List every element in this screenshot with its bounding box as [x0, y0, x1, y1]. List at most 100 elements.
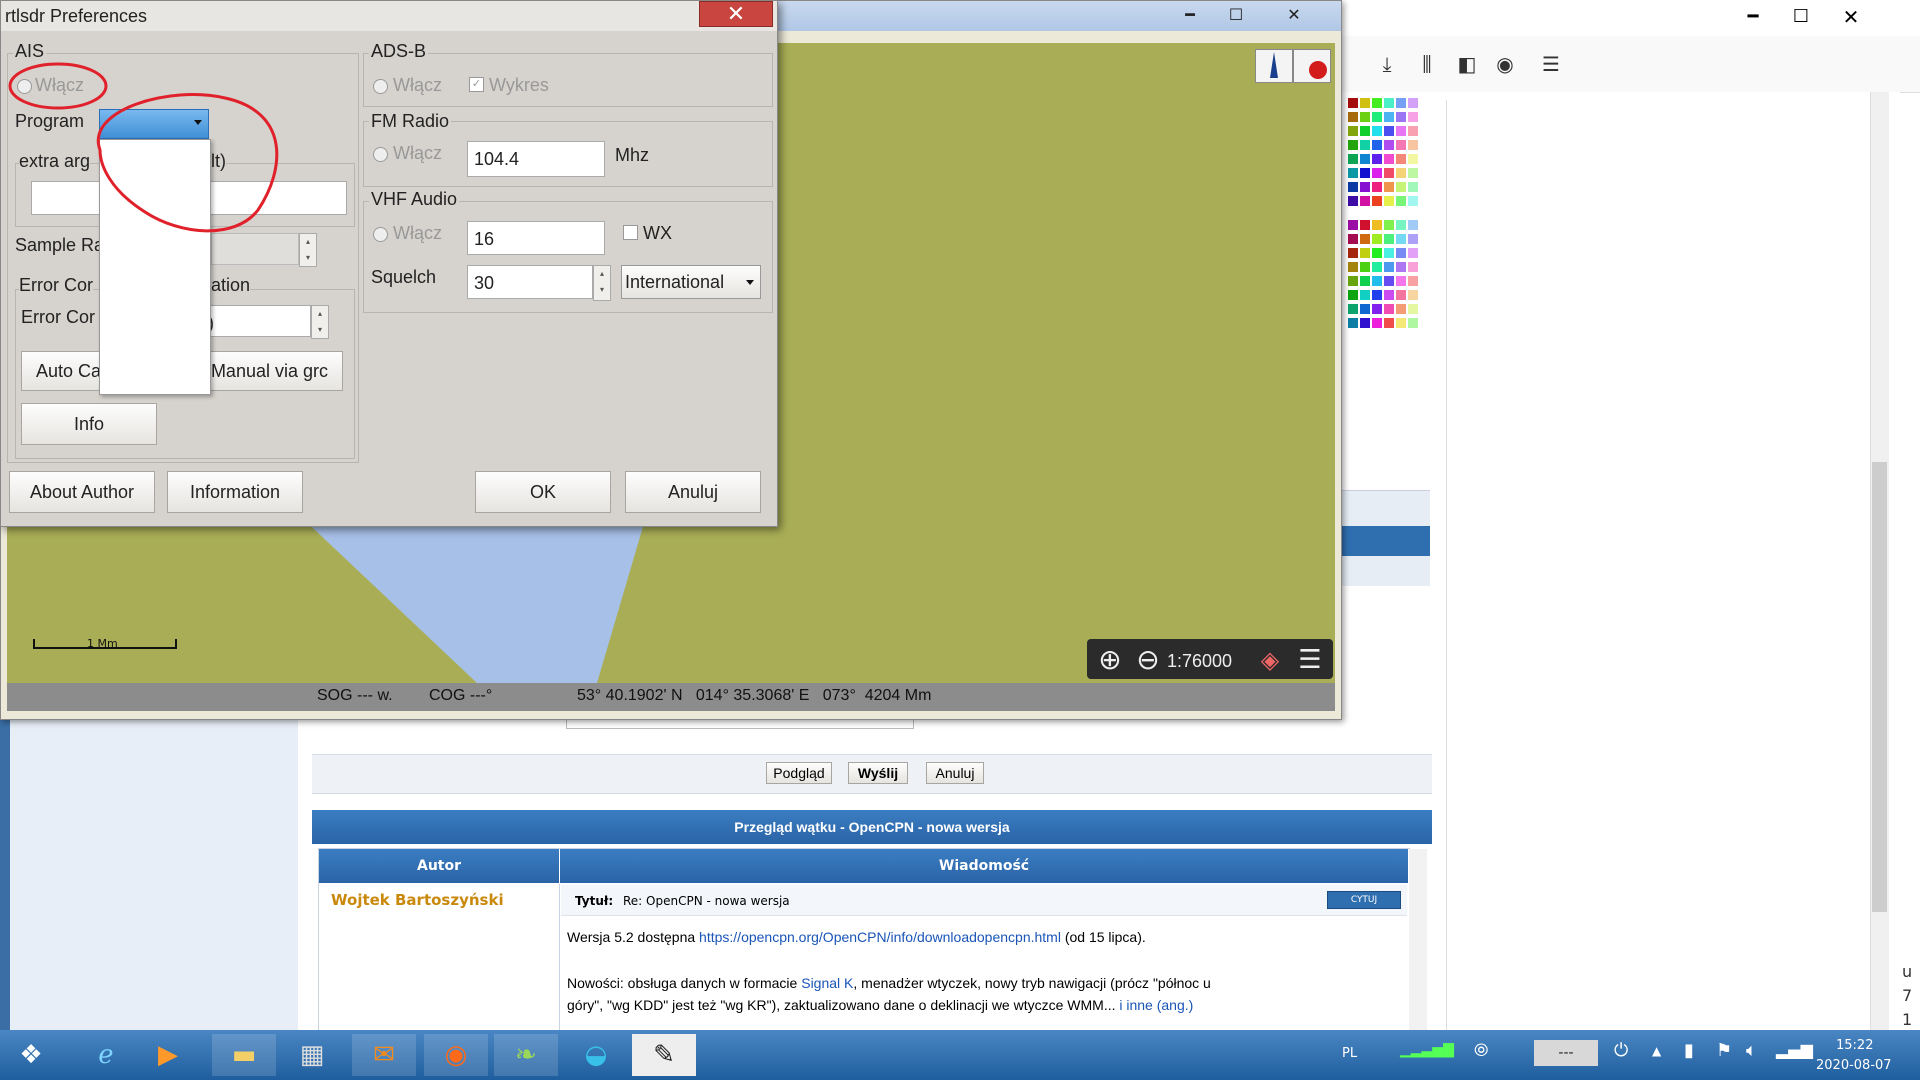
palette-swatch[interactable] [1408, 220, 1418, 230]
palette-swatch[interactable] [1396, 220, 1406, 230]
palette-swatch[interactable] [1372, 234, 1382, 244]
palette-swatch[interactable] [1348, 98, 1358, 108]
palette-swatch[interactable] [1396, 248, 1406, 258]
palette-swatch[interactable] [1396, 234, 1406, 244]
battery-icon[interactable]: ▮ [1684, 1040, 1694, 1061]
palette-swatch[interactable] [1408, 318, 1418, 328]
palette-swatch[interactable] [1372, 168, 1382, 178]
palette-swatch[interactable] [1408, 276, 1418, 286]
error-correction-spinner[interactable]: ▴ ▾ [311, 305, 329, 339]
ok-button[interactable]: OK [475, 471, 611, 513]
palette-swatch[interactable] [1396, 276, 1406, 286]
palette-swatch[interactable] [1372, 126, 1382, 136]
palette-swatch[interactable] [1384, 304, 1394, 314]
palette-swatch[interactable] [1360, 234, 1370, 244]
palette-swatch[interactable] [1360, 182, 1370, 192]
program-select[interactable] [99, 109, 209, 139]
media-player-icon[interactable]: ▶ [140, 1034, 196, 1076]
edge-icon[interactable]: ◒ [564, 1034, 628, 1076]
outlook-icon[interactable]: ✉ [352, 1034, 416, 1076]
palette-swatch[interactable] [1396, 98, 1406, 108]
sample-rate-spinner[interactable]: ▴ ▾ [299, 233, 317, 267]
start-button[interactable]: ❖ [6, 1034, 56, 1076]
palette-swatch[interactable] [1372, 248, 1382, 258]
palette-swatch[interactable] [1396, 140, 1406, 150]
palette-swatch[interactable] [1360, 248, 1370, 258]
palette-swatch[interactable] [1384, 112, 1394, 122]
preview-button[interactable]: Podgląd [766, 762, 832, 784]
palette-swatch[interactable] [1384, 168, 1394, 178]
zoom-in-icon[interactable]: ⊕ [1093, 643, 1127, 677]
palette-swatch[interactable] [1372, 154, 1382, 164]
fm-frequency-input[interactable]: 104.4 [467, 141, 605, 177]
palette-swatch[interactable] [1372, 98, 1382, 108]
palette-swatch[interactable] [1372, 304, 1382, 314]
palette-swatch[interactable] [1360, 154, 1370, 164]
show-hidden-icons[interactable]: ▲ [1652, 1044, 1661, 1058]
minimize-button[interactable]: ━ [1167, 3, 1213, 27]
palette-swatch[interactable] [1360, 304, 1370, 314]
palette-swatch[interactable] [1348, 112, 1358, 122]
palette-swatch[interactable] [1408, 248, 1418, 258]
ais-enable-label[interactable]: Włącz [35, 75, 84, 96]
palette-swatch[interactable] [1372, 182, 1382, 192]
network-signal-icon[interactable]: ▁▂▃▅▇ [1400, 1042, 1456, 1064]
palette-swatch[interactable] [1348, 140, 1358, 150]
palette-swatch[interactable] [1348, 290, 1358, 300]
sample-rate-input[interactable] [211, 233, 299, 265]
palette-swatch[interactable] [1384, 290, 1394, 300]
flag-icon[interactable]: ⚑ [1716, 1040, 1732, 1061]
volume-icon[interactable]: 🔈︎ [1746, 1040, 1757, 1061]
palette-swatch[interactable] [1384, 126, 1394, 136]
wx-checkbox[interactable] [623, 225, 638, 240]
palette-swatch[interactable] [1360, 318, 1370, 328]
palette-swatch[interactable] [1396, 154, 1406, 164]
palette-swatch[interactable] [1384, 276, 1394, 286]
download-link[interactable]: https://opencpn.org/OpenCPN/info/downloa… [699, 929, 1061, 945]
palette-swatch[interactable] [1408, 98, 1418, 108]
calculator-icon[interactable]: ▦ [284, 1034, 340, 1076]
cancel-button[interactable]: Anuluj [926, 762, 984, 784]
file-explorer-icon[interactable]: ▬ [212, 1034, 276, 1076]
palette-swatch[interactable] [1384, 318, 1394, 328]
language-indicator[interactable]: PL [1342, 1046, 1357, 1061]
palette-swatch[interactable] [1408, 154, 1418, 164]
palette-swatch[interactable] [1384, 196, 1394, 206]
palette-swatch[interactable] [1384, 140, 1394, 150]
wx-label[interactable]: WX [643, 223, 672, 244]
tracking-icon[interactable] [1293, 49, 1331, 83]
palette-swatch[interactable] [1396, 112, 1406, 122]
post-author-link[interactable]: Wojtek Bartoszyński [331, 891, 504, 909]
palette-swatch[interactable] [1360, 98, 1370, 108]
palette-swatch[interactable] [1360, 112, 1370, 122]
palette-swatch[interactable] [1348, 276, 1358, 286]
palette-swatch[interactable] [1384, 154, 1394, 164]
adsb-enable-label[interactable]: Włącz [393, 75, 442, 96]
palette-swatch[interactable] [1360, 262, 1370, 272]
palette-swatch[interactable] [1396, 182, 1406, 192]
palette-swatch[interactable] [1360, 290, 1370, 300]
clock-time[interactable]: 15:22 [1836, 1038, 1873, 1053]
fm-enable-radio[interactable] [373, 147, 388, 162]
adsb-chart-label[interactable]: Wykres [489, 75, 549, 96]
quote-button[interactable]: CYTUJ [1327, 891, 1401, 909]
program-dropdown-list[interactable] [99, 139, 211, 395]
palette-swatch[interactable] [1348, 154, 1358, 164]
clock-date[interactable]: 2020-08-07 [1816, 1058, 1892, 1073]
firefox-icon[interactable]: ◉ [424, 1034, 488, 1076]
palette-swatch[interactable] [1384, 220, 1394, 230]
palette-swatch[interactable] [1348, 262, 1358, 272]
palette-swatch[interactable] [1396, 304, 1406, 314]
more-link[interactable]: i inne (ang.) [1119, 997, 1193, 1013]
wireless-icon[interactable]: ⦾ [1474, 1040, 1488, 1061]
zoom-out-icon[interactable]: ⊖ [1131, 643, 1165, 677]
palette-swatch[interactable] [1348, 304, 1358, 314]
palette-swatch[interactable] [1408, 168, 1418, 178]
palette-swatch[interactable] [1384, 262, 1394, 272]
palette-swatch[interactable] [1372, 262, 1382, 272]
palette-swatch[interactable] [1408, 304, 1418, 314]
palette-swatch[interactable] [1360, 196, 1370, 206]
palette-swatch[interactable] [1372, 276, 1382, 286]
adsb-chart-checkbox[interactable]: ✓ [469, 77, 484, 92]
palette-swatch[interactable] [1408, 196, 1418, 206]
